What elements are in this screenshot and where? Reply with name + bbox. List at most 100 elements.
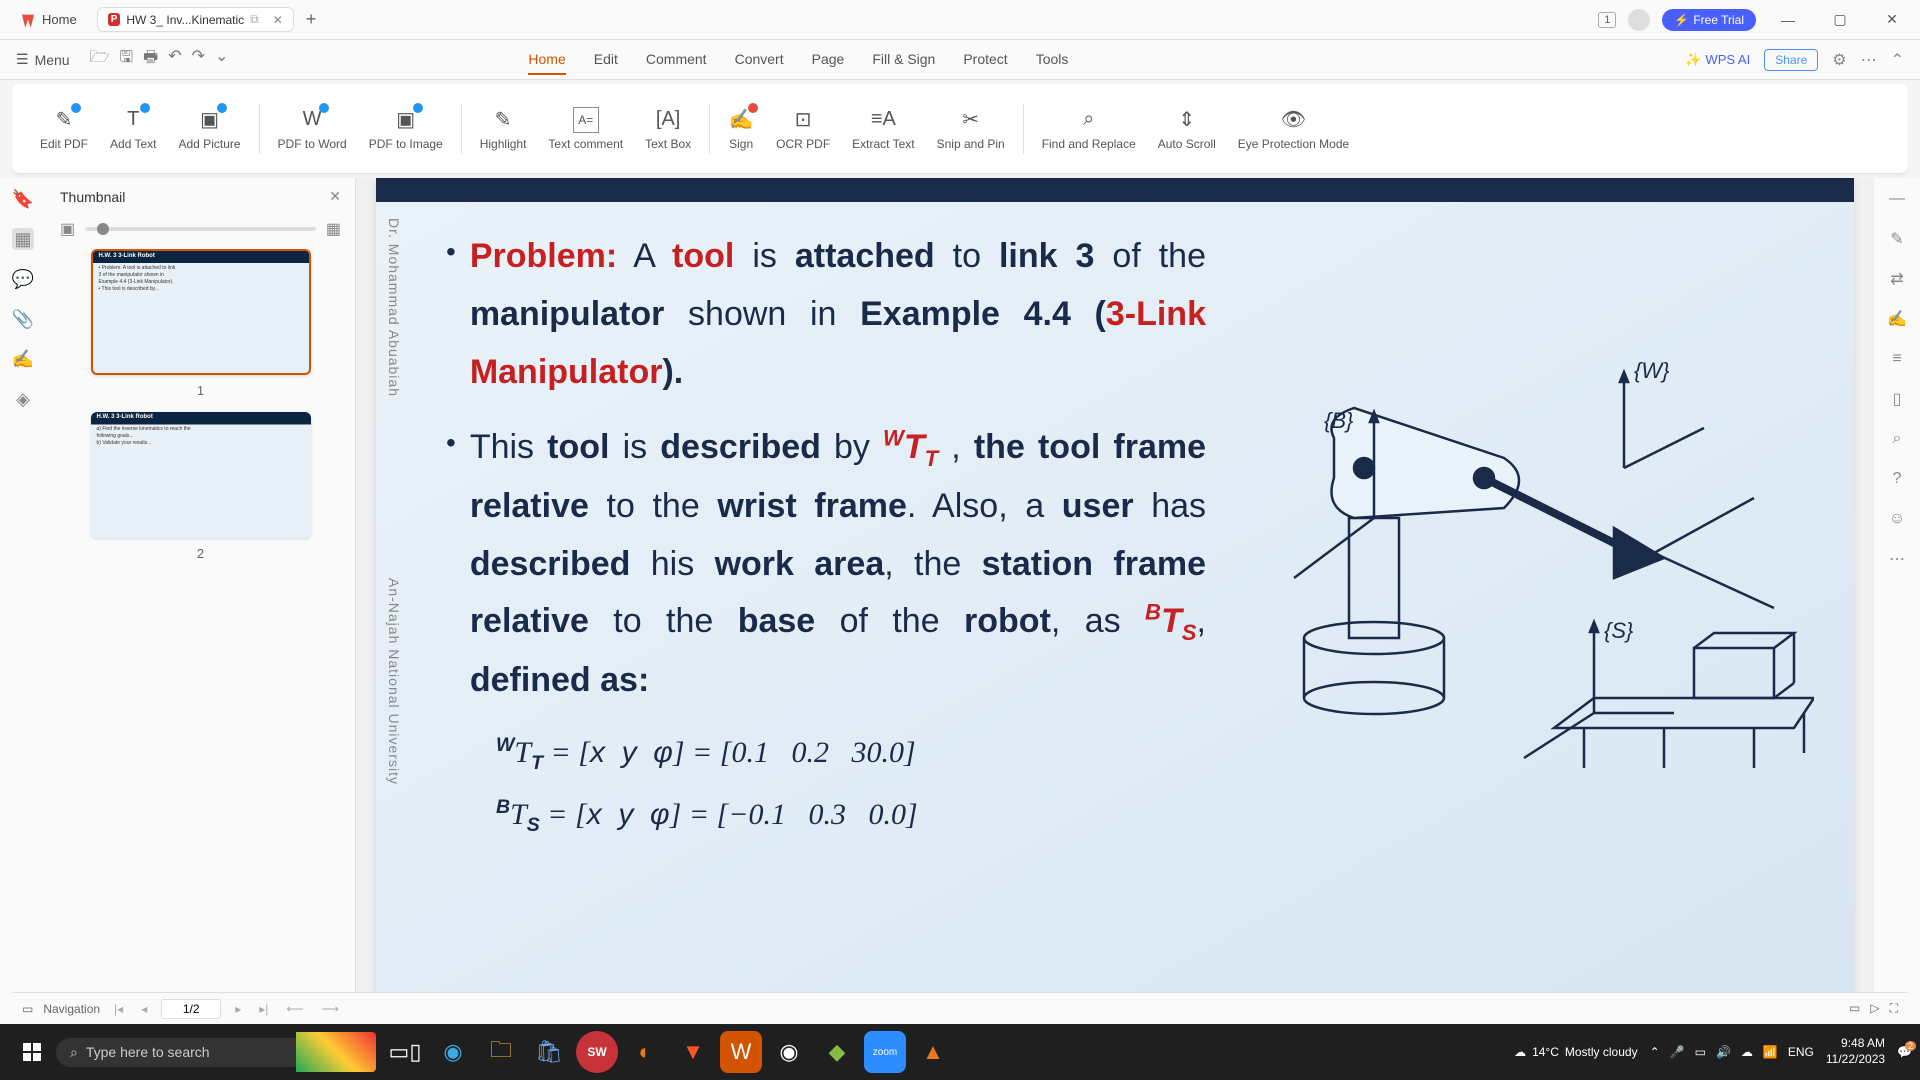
prev-page-button[interactable]: ◂ xyxy=(137,1002,151,1016)
wps-ai-button[interactable]: ✨ WPS AI xyxy=(1685,52,1750,68)
print-icon[interactable]: 🖶 xyxy=(143,46,158,73)
popout-icon[interactable]: ⧉ xyxy=(250,12,259,27)
first-page-button[interactable]: |◂ xyxy=(110,1002,127,1016)
wps-taskbar-icon[interactable]: W xyxy=(720,1031,762,1073)
thumbnail-size-slider[interactable] xyxy=(85,227,316,231)
menu-tab-edit[interactable]: Edit xyxy=(594,45,618,75)
open-folder-icon[interactable]: 🗁 xyxy=(90,46,110,73)
start-button[interactable] xyxy=(8,1032,56,1072)
close-tab-icon[interactable]: ✕ xyxy=(273,13,283,27)
onedrive-icon[interactable]: ☁ xyxy=(1741,1045,1753,1059)
next-page-button[interactable]: ▸ xyxy=(231,1002,245,1016)
explorer-icon[interactable]: 🗀 xyxy=(480,1031,522,1073)
ribbon-text-comment[interactable]: A=Text comment xyxy=(540,107,631,151)
ribbon-auto-scroll[interactable]: ⇕Auto Scroll xyxy=(1150,107,1224,151)
search-tool-icon[interactable]: ⌕ xyxy=(1886,428,1908,450)
menu-tab-tools[interactable]: Tools xyxy=(1036,45,1069,75)
redo-icon[interactable]: ↷ xyxy=(192,46,205,73)
ribbon-pdf-to-image[interactable]: ▣PDF to Image xyxy=(361,107,451,151)
file-tab[interactable]: P HW 3_ Inv...Kinematic ⧉ ✕ xyxy=(97,7,294,32)
menu-tab-home[interactable]: Home xyxy=(528,45,565,75)
edit-tool-icon[interactable]: ✎ xyxy=(1886,228,1908,250)
wifi-icon[interactable]: 📶 xyxy=(1763,1045,1778,1059)
thumbnail-page-1[interactable]: H.W. 3 3-Link Robot • Problem: A tool is… xyxy=(60,249,341,398)
ribbon-add-picture[interactable]: ▣Add Picture xyxy=(171,107,249,151)
ribbon-eye-protection[interactable]: 👁Eye Protection Mode xyxy=(1230,107,1357,151)
blender-icon[interactable]: ◐ xyxy=(624,1031,666,1073)
fullscreen-icon[interactable]: ⛶ xyxy=(1890,1001,1898,1016)
page-tool-icon[interactable]: ▯ xyxy=(1886,388,1908,410)
ribbon-find-replace[interactable]: ⌕Find and Replace xyxy=(1034,107,1144,151)
nav-back-button[interactable]: ⟵ xyxy=(282,1002,307,1016)
ribbon-extract-text[interactable]: ≡AExtract Text xyxy=(844,107,922,151)
store-icon[interactable]: 🛍 xyxy=(528,1031,570,1073)
notification-center-icon[interactable]: 💬2 xyxy=(1897,1045,1912,1059)
annotate-tool-icon[interactable]: ✍ xyxy=(1886,308,1908,330)
page-number-input[interactable] xyxy=(161,999,221,1019)
menu-button[interactable]: ☰ Menu xyxy=(16,51,70,68)
thumbnail-icon[interactable]: ▦ xyxy=(12,228,34,250)
minimize-button[interactable]: — xyxy=(1768,5,1808,35)
zoom-icon[interactable]: zoom xyxy=(864,1031,906,1073)
menu-tab-comment[interactable]: Comment xyxy=(646,45,707,75)
app-home-tab[interactable]: Home xyxy=(8,6,89,34)
signature-panel-icon[interactable]: ✍ xyxy=(12,348,34,370)
quick-access-dropdown-icon[interactable]: ⌄ xyxy=(215,46,228,73)
collapse-rail-icon[interactable]: — xyxy=(1886,188,1908,210)
maximize-button[interactable]: ▢ xyxy=(1820,5,1860,35)
menu-tab-convert[interactable]: Convert xyxy=(735,45,784,75)
nav-forward-button[interactable]: ⟶ xyxy=(318,1002,343,1016)
close-window-button[interactable]: ✕ xyxy=(1872,5,1912,35)
help-icon[interactable]: ? xyxy=(1886,468,1908,490)
outline-tool-icon[interactable]: ≡ xyxy=(1886,348,1908,370)
settings-gear-icon[interactable]: ⚙ xyxy=(1832,50,1846,70)
app-icon[interactable]: ◆ xyxy=(816,1031,858,1073)
thumbnail-page-2[interactable]: H.W. 3 3-Link Robot a) Find the inverse … xyxy=(60,412,341,561)
attachment-icon[interactable]: 📎 xyxy=(12,308,34,330)
reading-mode-icon[interactable]: ▭ xyxy=(1849,1001,1860,1016)
bookmark-icon[interactable]: 🔖 xyxy=(12,188,34,210)
ribbon-snip-pin[interactable]: ✂Snip and Pin xyxy=(929,107,1013,151)
undo-icon[interactable]: ↶ xyxy=(168,46,181,73)
microphone-icon[interactable]: 🎤 xyxy=(1670,1045,1685,1059)
thumb-view-icon[interactable]: ▣ xyxy=(60,219,75,239)
weather-widget[interactable]: ☁ 14°C Mostly cloudy xyxy=(1514,1045,1638,1059)
document-viewer[interactable]: Dr. Mohammad Abuabiah An-Najah National … xyxy=(356,178,1874,1024)
share-button[interactable]: Share xyxy=(1764,49,1818,71)
matlab-icon[interactable]: ▲ xyxy=(912,1031,954,1073)
search-highlight-image[interactable] xyxy=(296,1032,376,1072)
nav-toggle-icon[interactable]: ▭ xyxy=(22,1002,33,1016)
battery-icon[interactable]: ▭ xyxy=(1695,1045,1706,1059)
menu-tab-page[interactable]: Page xyxy=(812,45,845,75)
copilot-icon[interactable]: ◉ xyxy=(768,1031,810,1073)
more-icon[interactable]: ⋯ xyxy=(1861,50,1877,70)
more-tools-icon[interactable]: ⋯ xyxy=(1886,548,1908,570)
ribbon-pdf-to-word[interactable]: WPDF to Word xyxy=(270,107,355,151)
user-avatar-icon[interactable] xyxy=(1628,9,1650,31)
language-indicator[interactable]: ENG xyxy=(1788,1045,1814,1059)
edge-icon[interactable]: ◉ xyxy=(432,1031,474,1073)
ribbon-add-text[interactable]: TAdd Text xyxy=(102,107,164,151)
menu-tab-fillsign[interactable]: Fill & Sign xyxy=(872,45,935,75)
task-view-icon[interactable]: ▭▯ xyxy=(384,1031,426,1073)
ribbon-highlight[interactable]: ✎Highlight xyxy=(472,107,535,151)
convert-tool-icon[interactable]: ⇄ xyxy=(1886,268,1908,290)
thumb-grid-icon[interactable]: ▦ xyxy=(326,219,341,239)
brave-icon[interactable]: ▼ xyxy=(672,1031,714,1073)
ribbon-text-box[interactable]: [A]Text Box xyxy=(637,107,699,151)
free-trial-button[interactable]: ⚡ Free Trial xyxy=(1662,9,1756,31)
menu-tab-protect[interactable]: Protect xyxy=(963,45,1007,75)
layers-icon[interactable]: ◈ xyxy=(12,388,34,410)
slideshow-icon[interactable]: ▷ xyxy=(1870,1001,1879,1016)
solidworks-icon[interactable]: SW xyxy=(576,1031,618,1073)
save-icon[interactable]: 🖫 xyxy=(119,46,133,73)
close-panel-icon[interactable]: ✕ xyxy=(329,188,341,205)
new-tab-button[interactable]: + xyxy=(306,9,317,30)
last-page-button[interactable]: ▸| xyxy=(255,1002,272,1016)
tray-chevron-icon[interactable]: ⌃ xyxy=(1650,1045,1660,1059)
taskbar-search[interactable]: ⌕ Type here to search xyxy=(56,1038,296,1067)
tab-count-badge[interactable]: 1 xyxy=(1598,12,1616,28)
collapse-ribbon-icon[interactable]: ⌃ xyxy=(1891,50,1904,70)
ribbon-edit-pdf[interactable]: ✎Edit PDF xyxy=(32,107,96,151)
comment-panel-icon[interactable]: 💬 xyxy=(12,268,34,290)
